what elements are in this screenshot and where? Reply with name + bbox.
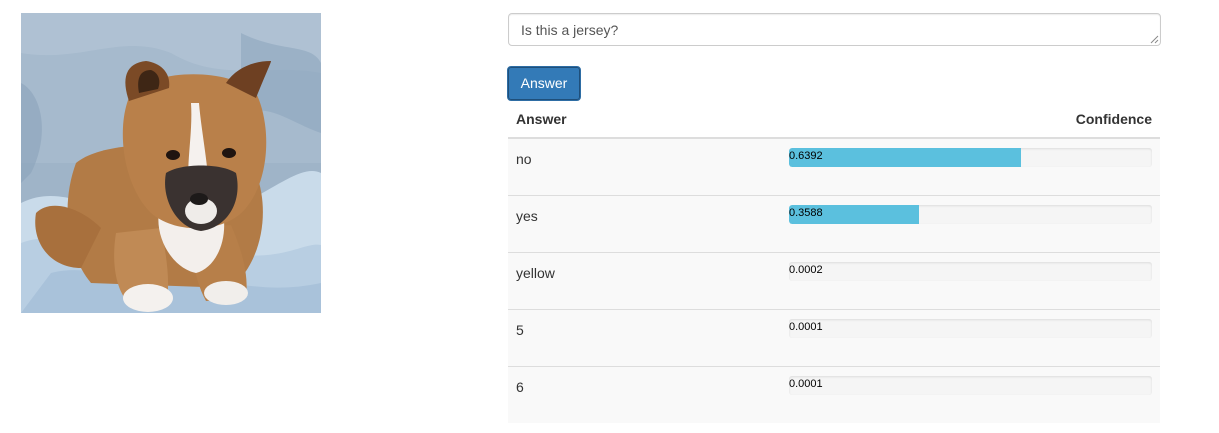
answer-label: no [516,151,532,167]
result-row: yellow 0.0002 [508,252,1160,309]
confidence-bar: 0.6392 [789,148,1152,167]
confidence-value: 0.3588 [789,207,823,219]
input-image [21,13,321,313]
result-row: yes 0.3588 [508,195,1160,252]
answer-label: 5 [516,322,524,338]
confidence-bar: 0.0002 [789,262,1152,281]
confidence-value: 0.6392 [789,150,823,162]
result-row: 5 0.0001 [508,309,1160,366]
confidence-bar: 0.0001 [789,376,1152,395]
answer-label: 6 [516,379,524,395]
confidence-bar: 0.0001 [789,319,1152,338]
confidence-value: 0.0001 [789,321,823,333]
result-row: 6 0.0001 [508,366,1160,423]
answer-button[interactable]: Answer [507,66,581,101]
confidence-bar-fill [789,148,1021,167]
results-header: Answer Confidence [508,101,1160,139]
answer-label: yellow [516,265,555,281]
answer-column-header: Answer [516,111,567,127]
confidence-bar: 0.3588 [789,205,1152,224]
confidence-value: 0.0002 [789,264,823,276]
answer-label: yes [516,208,538,224]
resize-grip-icon[interactable] [1150,35,1159,44]
confidence-value: 0.0001 [789,378,823,390]
confidence-column-header: Confidence [1075,111,1152,127]
result-row: no 0.6392 [508,139,1160,195]
question-input[interactable]: Is this a jersey? [508,13,1161,46]
results-table: Answer Confidence no 0.6392 yes 0.3588 y… [508,101,1160,423]
puppy-photo [21,13,321,313]
vqa-demo-page: Is this a jersey? Answer Answer Confiden… [0,0,1219,433]
